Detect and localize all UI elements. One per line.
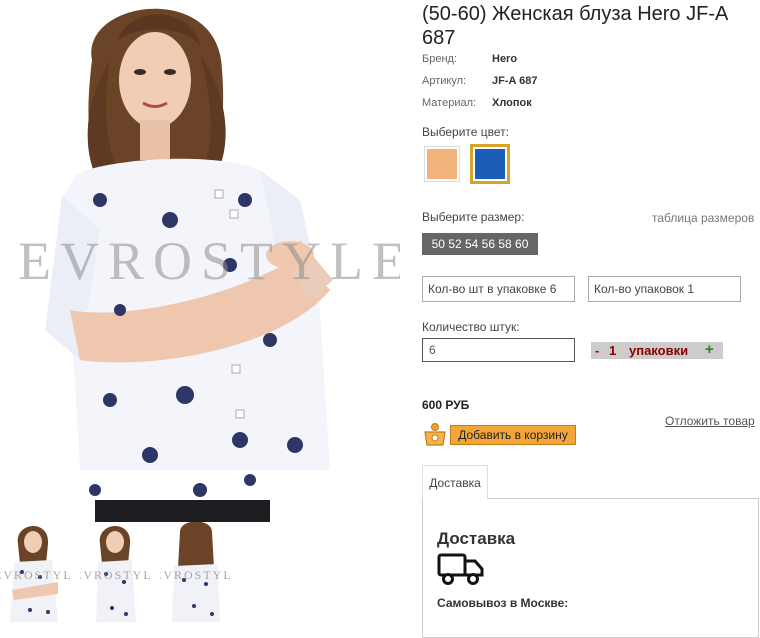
product-main-image[interactable]: EVROSTYLE [0, 0, 400, 522]
attr-brand-value: Hero [492, 53, 518, 65]
thumbnail-watermark: EVROSTYLE [160, 568, 232, 582]
color-swatch-blue[interactable] [470, 144, 510, 184]
color-swatch-peach[interactable] [424, 146, 460, 182]
pack-unit-label: упаковки [629, 343, 689, 358]
increment-button[interactable]: + [705, 341, 714, 358]
delivery-truck-icon [437, 553, 484, 585]
thumbnail-watermark: EVROSTYLE [0, 568, 72, 582]
thumbnail-strip: EVROSTYLE EVROSTYLE EVROSTYLE [0, 522, 240, 625]
quantity-label: Количество штук: [422, 320, 520, 334]
watermark-text: EVROSTYLE [18, 231, 400, 291]
attr-sku-label: Артикул: [422, 75, 467, 87]
pack-size-field: Кол-во шт в упаковке 6 [422, 276, 575, 302]
price: 600 РУБ [422, 398, 470, 412]
thumbnail-side[interactable]: EVROSTYLE [80, 522, 152, 625]
add-to-cart-button[interactable]: Добавить в корзину [450, 425, 576, 445]
swatch-fill [427, 149, 457, 179]
decrement-button[interactable]: - [595, 342, 599, 359]
attr-sku-value: JF-A 687 [492, 75, 538, 87]
delivery-title: Доставка [437, 529, 516, 548]
delivery-panel: Доставка Самовывоз в Москве: [422, 498, 759, 638]
thumbnail-watermark: EVROSTYLE [80, 568, 152, 582]
pack-count: 1 [609, 343, 617, 358]
attr-material-label: Материал: [422, 97, 477, 109]
defer-product-link[interactable]: Отложить товар [665, 414, 755, 428]
size-label: Выберите размер: [422, 210, 525, 224]
quantity-input[interactable] [422, 338, 575, 362]
tab-delivery[interactable]: Доставка [422, 465, 488, 499]
product-title: (50-60) Женская блуза Hero JF-A 687 [422, 3, 728, 49]
size-option-selected[interactable]: 50 52 54 56 58 60 [422, 233, 538, 255]
cart-person-icon [424, 423, 446, 446]
attr-material-value: Хлопок [492, 97, 532, 109]
size-table-link[interactable]: таблица размеров [652, 211, 754, 225]
pickup-heading: Самовывоз в Москве: [437, 596, 569, 610]
color-label: Выберите цвет: [422, 125, 510, 139]
swatch-fill [475, 149, 505, 179]
thumbnail-front[interactable]: EVROSTYLE [0, 522, 72, 625]
thumbnail-back[interactable]: EVROSTYLE [160, 522, 232, 625]
pack-stepper: - 1 упаковки + [591, 341, 723, 359]
attr-brand-label: Бренд: [422, 53, 458, 65]
pack-count-field: Кол-во упаковок 1 [588, 276, 741, 302]
